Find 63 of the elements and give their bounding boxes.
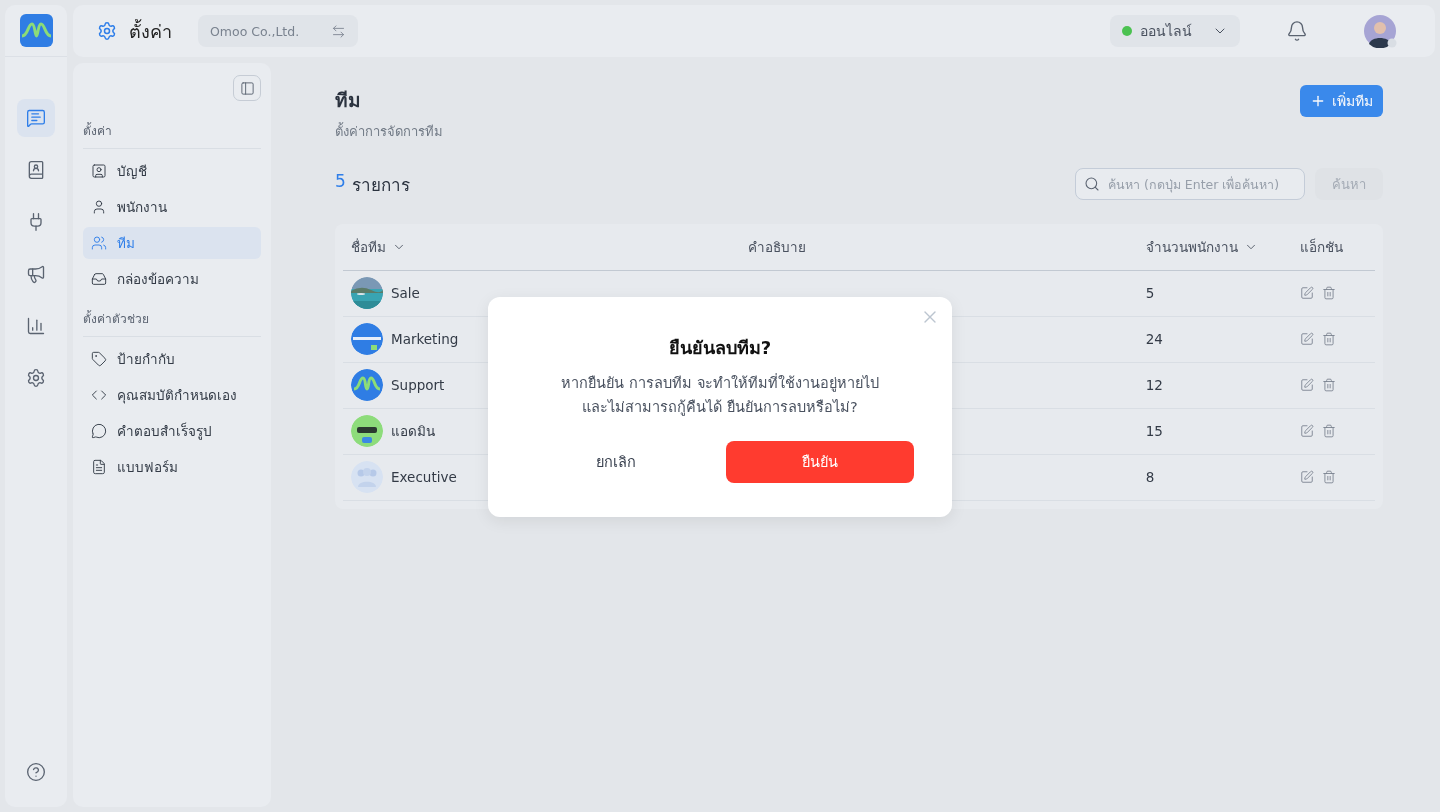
column-header[interactable]: ชื่อทีม (351, 235, 386, 258)
tag-icon (91, 351, 107, 367)
code-icon (91, 387, 107, 403)
page-title: ตั้งค่า (129, 18, 172, 44)
plus-icon (1310, 93, 1326, 109)
user-square-icon (91, 163, 107, 179)
edit-icon[interactable] (1300, 424, 1315, 438)
notification-bell-icon[interactable] (1286, 20, 1308, 42)
delete-icon[interactable] (1322, 378, 1337, 392)
team-name: Marketing (391, 331, 459, 347)
edit-icon[interactable] (1300, 286, 1315, 300)
sidebar-item[interactable]: คุณสมบัติกำหนดเอง (83, 379, 261, 411)
sidebar-item[interactable]: พนักงาน (83, 191, 261, 223)
online-status-dot (1122, 26, 1132, 36)
column-header[interactable]: จำนวนพนักงาน (1145, 235, 1238, 258)
edit-icon[interactable] (1300, 378, 1315, 392)
document-icon (91, 459, 107, 475)
dialog-message: หากยืนยัน การลบทีม จะทำให้ทีมที่ใช้งานอยู่หายไป และไม่สามารถกู้คืนได้ ยืนยันการลบหรือไม่? (560, 372, 880, 418)
sidebar-item[interactable]: คำตอบสำเร็จรูป (83, 415, 261, 447)
app-logo[interactable] (19, 14, 53, 47)
confirm-button[interactable]: ยืนยัน (725, 440, 914, 483)
section-title: ตั้งค่าตัวช่วย (83, 299, 261, 337)
column-header: แอ็กชัน (1300, 237, 1344, 257)
member-count: 24 (1145, 331, 1163, 347)
edit-icon[interactable] (1300, 470, 1315, 484)
delete-icon[interactable] (1322, 424, 1337, 438)
inbox-icon (91, 271, 107, 287)
settings-icon (97, 21, 117, 41)
sidebar-toggle-icon[interactable] (233, 75, 261, 101)
add-team-button[interactable]: เพิ่มทีม (1300, 85, 1383, 117)
sidebar-item[interactable]: แบบฟอร์ม (83, 451, 261, 483)
speech-bubble-icon (91, 423, 107, 439)
member-count: 8 (1145, 469, 1155, 485)
swap-arrows-icon (331, 23, 346, 39)
cancel-button[interactable]: ยกเลิก (526, 440, 706, 483)
team-name: Executive (391, 469, 457, 485)
delete-icon[interactable] (1322, 286, 1337, 300)
sidebar-item[interactable]: กล่องข้อความ (83, 263, 261, 295)
delete-icon[interactable] (1322, 332, 1337, 346)
team-name: Support (391, 377, 445, 393)
heading: ทีม (335, 88, 362, 113)
delete-icon[interactable] (1322, 470, 1337, 484)
sidebar-item[interactable]: ป้ายกำกับ (83, 343, 261, 375)
subtitle: ตั้งค่าการจัดการทีม (335, 121, 443, 141)
team-name: แอดมิน (391, 422, 435, 441)
dialog-title: ยืนยันลบทีม? (668, 336, 772, 361)
count-label: รายการ (351, 173, 410, 197)
user-icon (91, 199, 107, 215)
sidebar-item[interactable]: บัญชี (83, 155, 261, 187)
search-icon (1084, 176, 1100, 192)
column-header: คำอธิบาย (748, 237, 807, 257)
user-avatar[interactable] (1364, 14, 1397, 48)
item-count: 5 (335, 170, 346, 193)
member-count: 12 (1145, 377, 1163, 393)
member-count: 5 (1145, 285, 1155, 301)
team-name: Sale (391, 285, 420, 301)
group-avatar-icon (351, 461, 383, 493)
member-count: 15 (1145, 423, 1163, 439)
section-title: ตั้งค่า (83, 111, 261, 149)
users-icon (91, 235, 107, 251)
chat-icon[interactable] (17, 99, 55, 137)
status-dropdown[interactable]: ออนไลน์ (1110, 15, 1240, 47)
edit-icon[interactable] (1300, 332, 1315, 346)
